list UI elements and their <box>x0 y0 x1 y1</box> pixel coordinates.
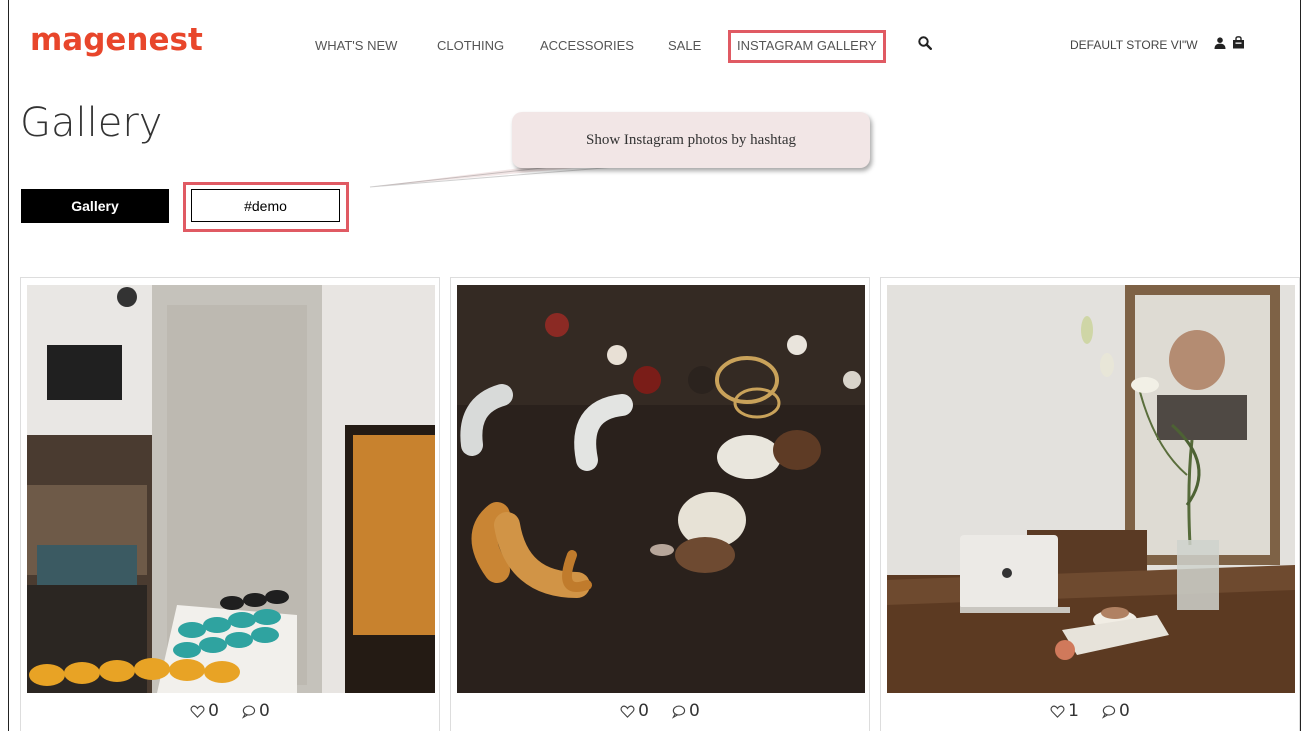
heart-icon <box>620 705 635 718</box>
comment-count-value: 0 <box>689 701 700 721</box>
magenest-logo[interactable]: magenest <box>30 22 203 58</box>
engagement-stats: 1 0 <box>881 696 1299 726</box>
annotation-callout: Show Instagram photos by hashtag <box>512 112 870 168</box>
comment-icon <box>241 704 256 719</box>
callout-text: Show Instagram photos by hashtag <box>586 131 796 148</box>
user-icon[interactable] <box>1214 37 1226 49</box>
frame-right-border <box>1300 0 1301 731</box>
like-count[interactable]: 0 <box>190 701 219 721</box>
nav-whats-new[interactable]: WHAT'S NEW <box>315 38 397 53</box>
gallery-card[interactable]: 0 0 <box>450 277 870 731</box>
heart-icon <box>190 705 205 718</box>
gallery-card[interactable]: 0 0 <box>20 277 440 731</box>
nav-highlight-box <box>728 30 886 63</box>
heart-icon <box>1050 705 1065 718</box>
comment-count-value: 0 <box>1119 701 1130 721</box>
page-title: Gallery <box>20 100 163 146</box>
like-count[interactable]: 1 <box>1050 701 1079 721</box>
like-count-value: 0 <box>638 701 649 721</box>
gallery-photo[interactable] <box>457 285 865 693</box>
comment-count-value: 0 <box>259 701 270 721</box>
comment-icon <box>1101 704 1116 719</box>
comment-count[interactable]: 0 <box>1101 701 1130 721</box>
shopping-bag-icon[interactable] <box>1232 36 1245 49</box>
nav-sale[interactable]: SALE <box>668 38 701 53</box>
like-count-value: 1 <box>1068 701 1079 721</box>
gallery-photo[interactable] <box>887 285 1295 693</box>
frame-left-border <box>8 0 9 731</box>
comment-count[interactable]: 0 <box>241 701 270 721</box>
like-count-value: 0 <box>208 701 219 721</box>
like-count[interactable]: 0 <box>620 701 649 721</box>
comment-icon <box>671 704 686 719</box>
gallery-card[interactable]: 1 0 <box>880 277 1300 731</box>
store-switcher[interactable]: DEFAULT STORE VI"W <box>1070 38 1198 52</box>
tab-hashtag-demo[interactable]: #demo <box>191 189 340 222</box>
gallery-photo[interactable] <box>27 285 435 693</box>
nav-accessories[interactable]: ACCESSORIES <box>540 38 634 53</box>
engagement-stats: 0 0 <box>21 696 439 726</box>
comment-count[interactable]: 0 <box>671 701 700 721</box>
engagement-stats: 0 0 <box>451 696 869 726</box>
nav-clothing[interactable]: CLOTHING <box>437 38 504 53</box>
search-icon[interactable] <box>918 36 932 50</box>
tab-gallery[interactable]: Gallery <box>21 189 169 223</box>
